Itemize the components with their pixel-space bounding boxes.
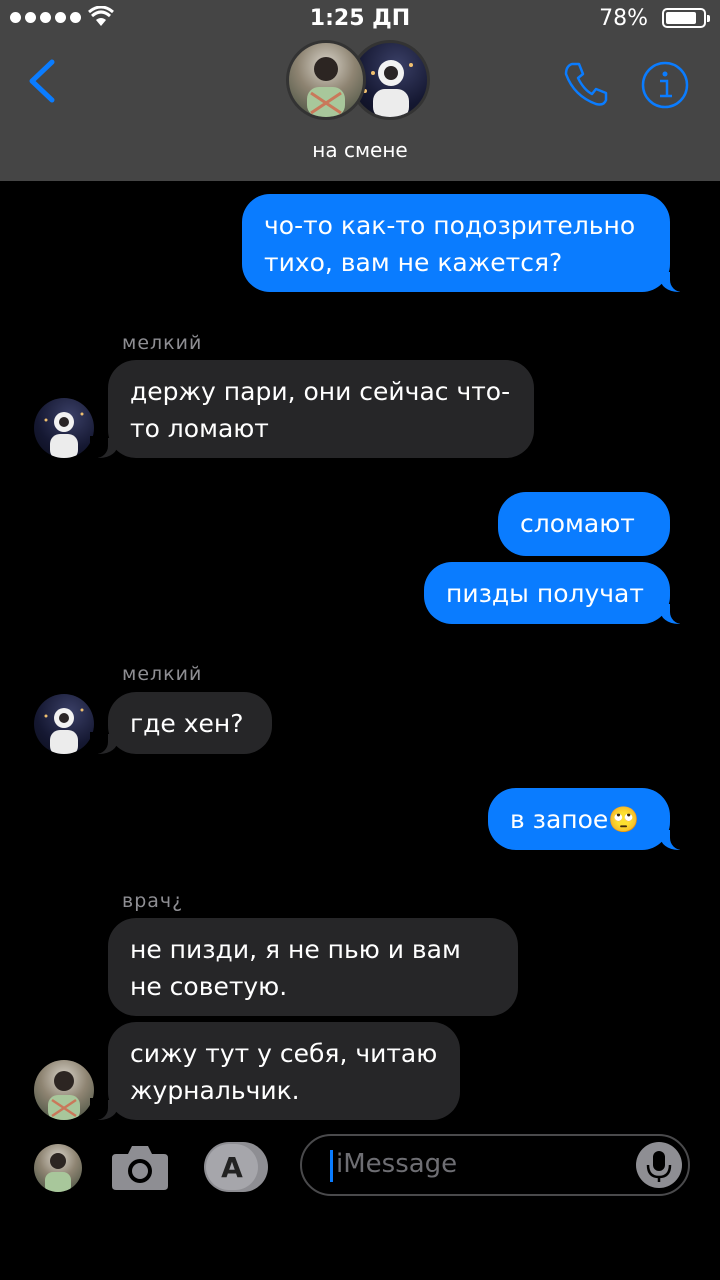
outgoing-message[interactable]: в запое🙄 — [488, 788, 688, 850]
sender-name: мелкий — [122, 663, 203, 685]
microphone-button[interactable] — [636, 1142, 682, 1188]
status-bar: 1:25 ДП 78% — [0, 0, 720, 36]
incoming-message[interactable]: сижу тут у себя, читаю журнальчик. — [90, 1022, 460, 1120]
message-input[interactable]: iMessage — [300, 1134, 690, 1196]
group-name[interactable]: на смене — [0, 138, 720, 162]
outgoing-message[interactable]: сломают — [498, 492, 670, 556]
sender-avatar[interactable] — [34, 398, 94, 458]
sender-avatar[interactable] — [34, 1060, 94, 1120]
back-chevron-icon[interactable] — [24, 58, 58, 104]
camera-icon[interactable] — [112, 1142, 168, 1192]
incoming-message[interactable]: не пизди, я не пью и вам не советую. — [108, 918, 518, 1016]
microphone-icon — [646, 1151, 672, 1182]
sender-avatar[interactable] — [34, 694, 94, 754]
text-caret — [330, 1150, 333, 1182]
sender-name: мелкий — [122, 332, 203, 354]
message-placeholder: iMessage — [336, 1149, 458, 1179]
group-avatar-1 — [286, 40, 366, 120]
app-store-icon: A — [206, 1144, 258, 1190]
my-avatar[interactable] — [34, 1144, 82, 1192]
conversation-header: 1:25 ДП 78% на смене — [0, 0, 720, 181]
app-store-button[interactable]: A — [204, 1142, 268, 1192]
incoming-message[interactable]: где хен? — [90, 692, 272, 754]
info-icon[interactable] — [640, 60, 690, 110]
outgoing-message[interactable]: чо-то как-то подозрительно тихо, вам не … — [242, 194, 688, 292]
sender-name: врач¿ — [122, 890, 184, 912]
battery-percentage: 78% — [599, 6, 648, 31]
incoming-message[interactable]: держу пари, они сейчас что-то ломают — [90, 360, 534, 458]
phone-icon[interactable] — [562, 60, 610, 108]
outgoing-message[interactable]: пизды получат — [424, 562, 688, 624]
battery-icon — [662, 8, 710, 28]
group-avatars[interactable] — [286, 38, 434, 122]
